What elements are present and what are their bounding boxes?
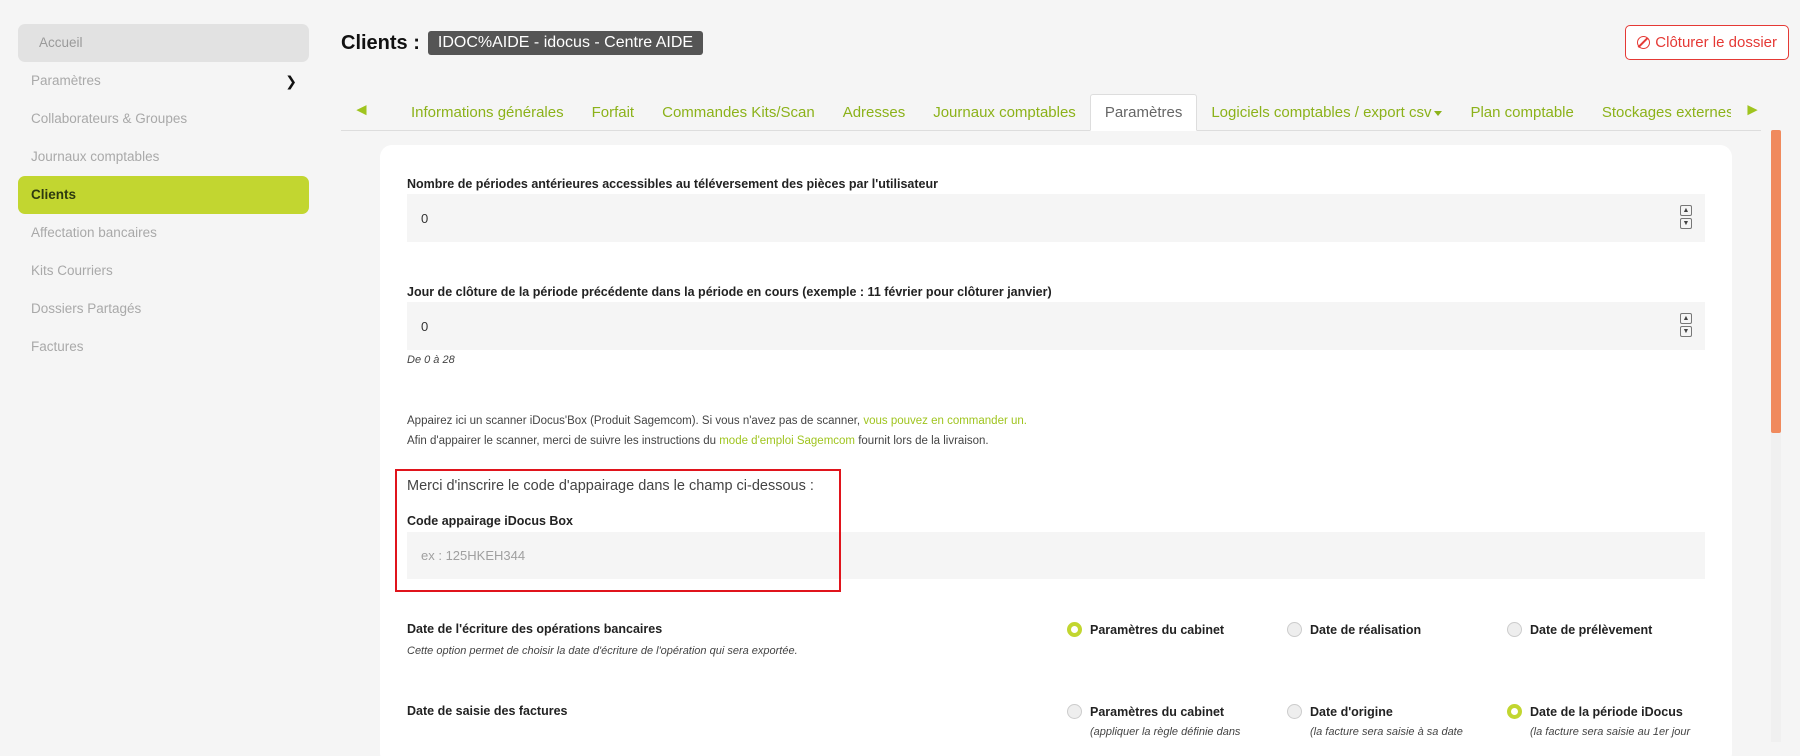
invoice-origine-sub: (la facture sera saisie à sa date (1310, 726, 1463, 738)
spin-down-icon[interactable]: ▼ (1680, 326, 1692, 337)
spin-up-icon[interactable]: ▲ (1680, 205, 1692, 216)
sidebar-item-label: Accueil (39, 35, 83, 50)
scanner-text-line-2: Afin d'appairer le scanner, merci de sui… (407, 435, 989, 447)
radio-bank-cabinet[interactable]: Paramètres du cabinet (1067, 622, 1224, 637)
scanner-text-line-1: Appairez ici un scanner iDocus'Box (Prod… (407, 415, 1027, 427)
periods-value: 0 (421, 210, 429, 226)
sidebar-item-label: Factures (31, 339, 84, 354)
invoice-periode-sub: (la facture sera saisie au 1er jour (1530, 726, 1691, 738)
closing-day-label: Jour de clôture de la période précédente… (407, 285, 1052, 299)
sidebar-item-factures[interactable]: Factures (18, 328, 309, 366)
radio-selected-icon (1067, 622, 1082, 637)
scanner-text-2: Afin d'appairer le scanner, merci de sui… (407, 435, 717, 447)
radio-label: Date de prélèvement (1530, 622, 1653, 637)
sidebar: Accueil Paramètres ❯ Collaborateurs & Gro… (18, 24, 309, 366)
closing-day-hint: De 0 à 28 (407, 354, 455, 366)
bank-date-label: Date de l'écriture des opérations bancai… (407, 622, 663, 636)
tab-plan-comptable[interactable]: Plan comptable (1456, 95, 1587, 131)
radio-selected-icon (1507, 704, 1522, 719)
radio-bank-realisation[interactable]: Date de réalisation (1287, 622, 1421, 637)
scrollbar-thumb[interactable] (1771, 130, 1781, 433)
sidebar-item-label: Clients (31, 187, 77, 202)
page-header: Clients : IDOC%AIDE - idocus - Centre AI… (341, 31, 704, 55)
closing-day-input[interactable]: 0 ▲ ▼ (407, 302, 1705, 350)
tab-commandes-kits[interactable]: Commandes Kits/Scan (648, 95, 829, 131)
arrow-right-icon[interactable]: ► (1744, 100, 1761, 120)
sidebar-item-clients[interactable]: Clients (18, 176, 309, 214)
scrollbar[interactable] (1771, 130, 1781, 742)
tab-label: Logiciels comptables / export csv (1211, 104, 1432, 121)
sidebar-item-accueil[interactable]: Accueil (18, 24, 309, 62)
settings-card: Nombre de périodes antérieures accessibl… (380, 145, 1732, 756)
radio-empty-icon (1287, 704, 1302, 719)
radio-label: Date d'origine (1310, 704, 1393, 719)
radio-invoice-cabinet[interactable]: Paramètres du cabinet (1067, 704, 1224, 719)
radio-bank-prelevement[interactable]: Date de prélèvement (1507, 622, 1652, 637)
radio-invoice-periode[interactable]: Date de la période iDocus (1507, 704, 1683, 719)
periods-label: Nombre de périodes antérieures accessibl… (407, 177, 938, 191)
client-badge: IDOC%AIDE - idocus - Centre AIDE (427, 31, 704, 55)
bank-date-hint: Cette option permet de choisir la date d… (407, 645, 798, 657)
spin-up-icon[interactable]: ▲ (1680, 313, 1692, 324)
tabs-bar: ◄ Informations générales Forfait Commandes… (341, 94, 1761, 131)
sidebar-item-affectation[interactable]: Affectation bancaires (18, 214, 309, 252)
closing-day-value: 0 (421, 318, 429, 334)
radio-label: Paramètres du cabinet (1090, 704, 1225, 719)
radio-label: Date de réalisation (1310, 622, 1422, 637)
sidebar-item-journaux[interactable]: Journaux comptables (18, 138, 309, 176)
sidebar-item-parametres[interactable]: Paramètres ❯ (18, 62, 309, 100)
scanner-text-3: fournit lors de la livraison. (858, 435, 989, 447)
arrow-left-icon[interactable]: ◄ (353, 100, 370, 120)
sidebar-item-label: Kits Courriers (31, 263, 113, 278)
sidebar-item-label: Dossiers Partagés (31, 301, 142, 316)
tab-adresses[interactable]: Adresses (829, 95, 920, 131)
tab-parametres[interactable]: Paramètres (1089, 94, 1198, 131)
radio-label: Paramètres du cabinet (1090, 622, 1225, 637)
caret-down-icon (1434, 110, 1443, 116)
sidebar-item-label: Paramètres (31, 73, 101, 88)
tabs: Informations générales Forfait Commandes K… (397, 94, 1731, 131)
radio-empty-icon (1067, 704, 1082, 719)
radio-invoice-origine[interactable]: Date d'origine (1287, 704, 1393, 719)
radio-label: Date de la période iDocus (1530, 704, 1683, 719)
spin-down-icon[interactable]: ▼ (1680, 218, 1692, 229)
highlight-box (395, 469, 841, 592)
invoice-date-label: Date de saisie des factures (407, 704, 568, 718)
scanner-text-1: Appairez ici un scanner iDocus'Box (Prod… (407, 415, 861, 427)
radio-empty-icon (1287, 622, 1302, 637)
closing-day-stepper[interactable]: ▲ ▼ (1680, 313, 1692, 339)
tab-forfait[interactable]: Forfait (578, 95, 649, 131)
radio-empty-icon (1507, 622, 1522, 637)
tab-journaux-comptables[interactable]: Journaux comptables (919, 95, 1090, 131)
sidebar-item-collaborateurs[interactable]: Collaborateurs & Groupes (18, 100, 309, 138)
sidebar-item-label: Journaux comptables (31, 149, 160, 164)
chevron-right-icon: ❯ (285, 73, 297, 89)
tab-logiciels-comptables[interactable]: Logiciels comptables / export csv (1197, 95, 1456, 131)
periods-stepper[interactable]: ▲ ▼ (1680, 205, 1692, 231)
ban-icon (1637, 36, 1651, 49)
sidebar-item-label: Affectation bancaires (31, 225, 157, 240)
sidebar-item-label: Collaborateurs & Groupes (31, 111, 188, 126)
order-scanner-link[interactable]: vous pouvez en commander un. (863, 415, 1027, 427)
close-folder-label: Clôturer le dossier (1655, 34, 1777, 51)
periods-input[interactable]: 0 ▲ ▼ (407, 194, 1705, 242)
sidebar-item-kits[interactable]: Kits Courriers (18, 252, 309, 290)
tab-informations-generales[interactable]: Informations générales (397, 95, 578, 131)
page-title: Clients : (341, 31, 420, 54)
user-manual-link[interactable]: mode d'emploi Sagemcom (719, 435, 855, 447)
invoice-cabinet-sub: (appliquer la règle définie dans (1090, 726, 1241, 738)
close-folder-button[interactable]: Clôturer le dossier (1625, 25, 1789, 60)
tab-stockages-externes[interactable]: Stockages externes (1588, 95, 1731, 131)
sidebar-item-dossiers[interactable]: Dossiers Partagés (18, 290, 309, 328)
